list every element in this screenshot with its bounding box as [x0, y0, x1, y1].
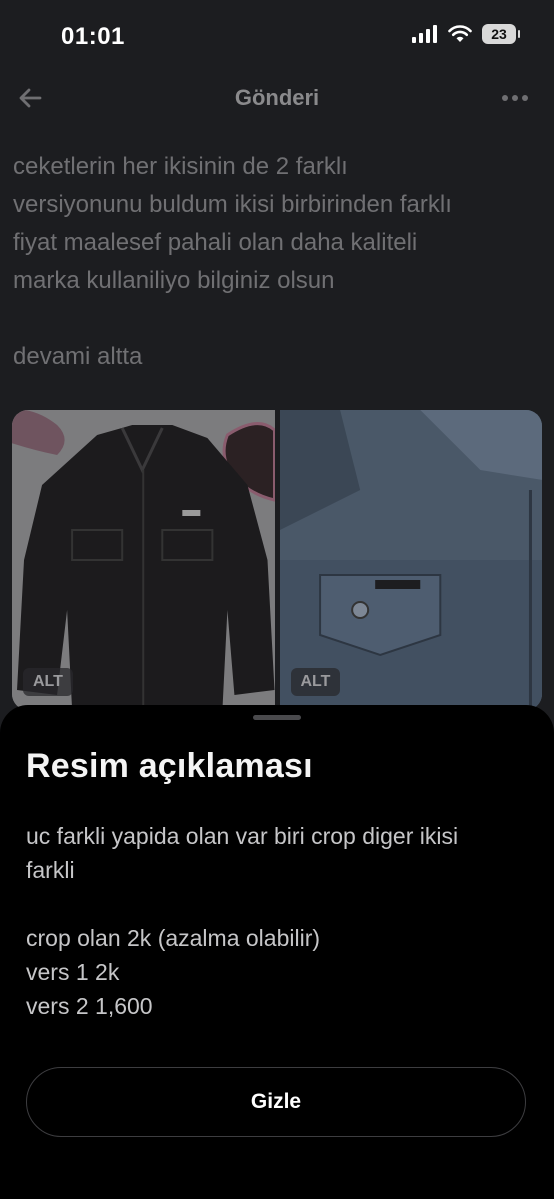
status-bar: 01:01 23 [0, 0, 554, 76]
signal-icon [412, 25, 437, 43]
post-line: ceketlerin her ikisinin de 2 farklı [13, 153, 348, 180]
battery-level: 23 [491, 26, 507, 42]
wifi-icon [448, 25, 472, 42]
clock: 01:01 [61, 23, 125, 50]
image-description-sheet: Resim açıklaması uc farkli yapida olan v… [0, 705, 554, 1199]
drag-handle[interactable] [253, 715, 301, 720]
sheet-title: Resim açıklaması [26, 747, 313, 785]
post-line: marka kullaniliyo bilginiz olsun [13, 267, 335, 294]
page-title: Gönderi [234, 85, 320, 110]
alt-text-body: uc farkli yapida olan var biri crop dige… [26, 819, 526, 1023]
post-view: Gönderi ceketlerin her ikisinin de 2 far… [0, 76, 554, 716]
alt-badge[interactable]: ALT [290, 668, 341, 696]
hide-button[interactable]: Gizle [26, 1067, 526, 1137]
jacket-image-black[interactable]: ALT [12, 410, 275, 710]
alt-badge[interactable]: ALT [23, 668, 73, 696]
post-line: devami altta [13, 343, 143, 370]
denim-jacket-illustration [279, 410, 542, 710]
post-text: ceketlerin her ikisinin de 2 farklı vers… [13, 148, 543, 376]
alt-text-line: farkli [26, 857, 75, 883]
alt-text-line: crop olan 2k (azalma olabilir) [26, 925, 321, 951]
status-icons: 23 [412, 24, 520, 44]
battery-icon: 23 [482, 24, 520, 44]
alt-text-line: vers 2 1,600 [26, 993, 153, 1019]
top-nav: Gönderi [0, 76, 554, 124]
post-line: versiyonunu buldum ikisi birbirinden far… [13, 191, 452, 218]
jacket-image-denim[interactable]: ALT [279, 410, 542, 710]
black-jacket-illustration [12, 410, 275, 710]
alt-text-line: uc farkli yapida olan var biri crop dige… [26, 823, 459, 849]
more-options-icon[interactable] [500, 86, 530, 110]
post-line: fiyat maalesef pahali olan daha kaliteli [13, 229, 418, 256]
media-grid: ALT ALT [12, 410, 542, 710]
alt-text-line: vers 1 2k [26, 959, 120, 985]
